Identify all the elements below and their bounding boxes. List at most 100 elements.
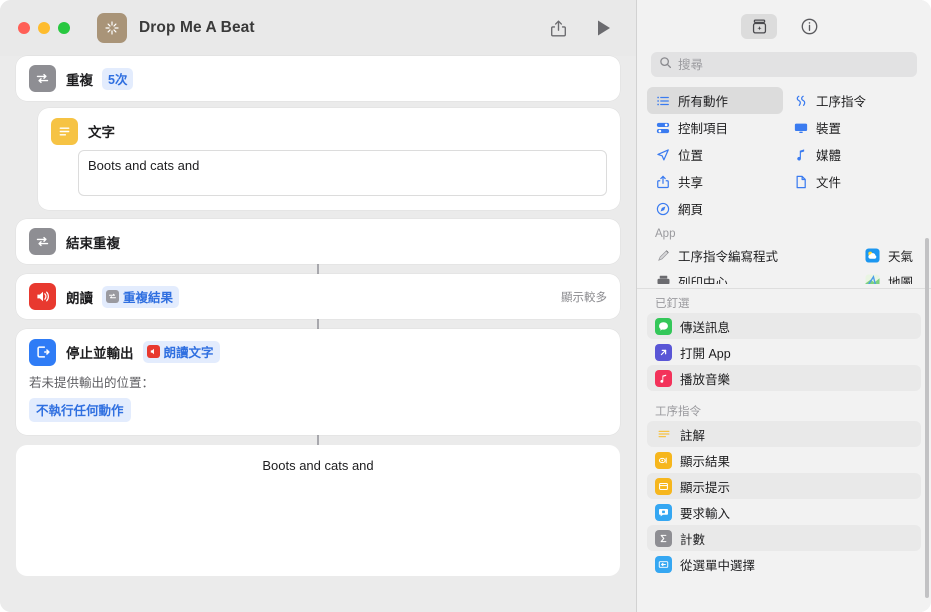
repeat-icon xyxy=(29,228,56,255)
count-icon xyxy=(655,530,672,547)
variable-token-repeat-result[interactable]: 重複結果 xyxy=(102,286,179,308)
sparkle-icon xyxy=(97,13,127,43)
section-heading-shortcuts: 工序指令 xyxy=(637,391,931,421)
show-more-button[interactable]: 顯示較多 xyxy=(561,289,607,305)
variable-token-spoken-text[interactable]: 朗讀文字 xyxy=(143,341,220,363)
library-search-wrap xyxy=(637,52,931,87)
app-item-print-center[interactable]: 列印中心 xyxy=(647,268,853,284)
run-shortcut-button[interactable] xyxy=(590,14,618,42)
text-input-field[interactable]: Boots and cats and xyxy=(78,150,607,196)
category-shortcuts[interactable]: 工序指令 xyxy=(785,87,921,114)
action-row-repeat[interactable]: 重複 5次 xyxy=(16,56,620,101)
ask-for-input-icon xyxy=(655,504,672,521)
search-icon xyxy=(659,56,672,74)
comment-icon xyxy=(655,426,672,443)
no-output-label: 若未提供輸出的位置： xyxy=(29,372,607,391)
play-music-icon xyxy=(655,370,672,387)
speaker-icon xyxy=(29,283,56,310)
category-label: 文件 xyxy=(816,172,841,191)
list-item-open-app[interactable]: 打開 App xyxy=(647,339,921,365)
list-item-show-result[interactable]: 顯示結果 xyxy=(647,447,921,473)
category-documents[interactable]: 文件 xyxy=(785,168,921,195)
action-library-icon[interactable] xyxy=(741,14,777,39)
close-button[interactable] xyxy=(18,22,30,34)
category-media[interactable]: 媒體 xyxy=(785,141,921,168)
no-output-value[interactable]: 不執行任何動作 xyxy=(29,398,131,422)
app-section-clip: 工序指令編寫程式 天氣 xyxy=(637,242,931,284)
library-scrollbar[interactable] xyxy=(925,238,929,598)
printer-icon xyxy=(655,274,671,285)
info-icon[interactable] xyxy=(791,14,827,39)
action-title-text: 文字 xyxy=(88,121,115,141)
list-item-choose-from-menu[interactable]: 從選單中選擇 xyxy=(647,551,921,577)
category-label: 位置 xyxy=(678,145,703,164)
controls-icon xyxy=(655,121,671,135)
repeat-icon xyxy=(106,290,119,303)
action-connector xyxy=(317,264,319,274)
document-icon xyxy=(793,175,809,189)
app-item-shortcuts-editor[interactable]: 工序指令編寫程式 xyxy=(647,242,853,268)
app-item-maps[interactable]: 地圖 xyxy=(857,268,921,284)
app-label: 地圖 xyxy=(888,272,913,285)
window-title: Drop Me A Beat xyxy=(139,19,255,37)
category-sharing[interactable]: 共享 xyxy=(647,168,783,195)
action-card-repeat[interactable]: 重複 5次 xyxy=(16,56,620,101)
list-item-label: 要求輸入 xyxy=(680,503,730,522)
list-item-send-message[interactable]: 傳送訊息 xyxy=(647,313,921,339)
category-label: 媒體 xyxy=(816,145,841,164)
action-connector xyxy=(317,435,319,445)
list-item-comment[interactable]: 註解 xyxy=(647,421,921,447)
search-field[interactable] xyxy=(651,52,917,77)
action-row-end-repeat[interactable]: 結束重複 xyxy=(16,219,620,264)
speaker-icon xyxy=(147,345,160,358)
list-item-count[interactable]: 計數 xyxy=(647,525,921,551)
open-app-icon xyxy=(655,344,672,361)
shortcuts-icon xyxy=(793,94,809,108)
section-heading-pinned: 已釘選 xyxy=(637,289,931,313)
category-label: 裝置 xyxy=(816,118,841,137)
action-row-speak[interactable]: 朗讀 重複結果 顯示較多 xyxy=(16,274,620,319)
category-controls[interactable]: 控制項目 xyxy=(647,114,783,141)
list-item-label: 顯示提示 xyxy=(680,477,730,496)
list-item-label: 顯示結果 xyxy=(680,451,730,470)
category-devices[interactable]: 裝置 xyxy=(785,114,921,141)
list-item-ask-for-input[interactable]: 要求輸入 xyxy=(647,499,921,525)
section-heading-app: App xyxy=(637,222,931,242)
action-title-repeat: 重複 xyxy=(66,69,93,89)
pinned-list: 傳送訊息 打開 App 播放音樂 xyxy=(637,313,931,391)
action-row-text[interactable]: 文字 xyxy=(38,108,620,148)
text-action-body: Boots and cats and xyxy=(38,148,620,210)
nested-action-wrap: 文字 Boots and cats and xyxy=(16,108,620,210)
app-item-weather[interactable]: 天氣 xyxy=(857,242,921,268)
maps-icon xyxy=(865,274,881,285)
action-row-stop-and-output[interactable]: 停止並輸出 朗讀文字 xyxy=(16,329,620,370)
minimize-button[interactable] xyxy=(38,22,50,34)
location-icon xyxy=(655,148,671,162)
display-icon xyxy=(793,121,809,135)
repeat-count-chip[interactable]: 5次 xyxy=(102,68,133,90)
category-location[interactable]: 位置 xyxy=(647,141,783,168)
category-all-actions[interactable]: 所有動作 xyxy=(647,87,783,114)
show-result-icon xyxy=(655,452,672,469)
action-connector xyxy=(317,319,319,329)
share-icon[interactable] xyxy=(544,14,572,42)
repeat-icon xyxy=(29,65,56,92)
action-card-end-repeat[interactable]: 結束重複 xyxy=(16,219,620,264)
action-card-stop-and-output[interactable]: 停止並輸出 朗讀文字 若未提供輸出的位置： 不執行任何動作 xyxy=(16,329,620,435)
share-icon xyxy=(655,175,671,189)
category-web[interactable]: 網頁 xyxy=(647,195,783,222)
safari-icon xyxy=(655,202,671,216)
category-grid: 所有動作 工序指令 xyxy=(637,87,931,222)
output-preview-text: Boots and cats and xyxy=(16,458,620,473)
shortcuts-window: Drop Me A Beat xyxy=(0,0,931,612)
search-input[interactable] xyxy=(678,58,909,72)
list-item-show-alert[interactable]: 顯示提示 xyxy=(647,473,921,499)
list-item-label: 從選單中選擇 xyxy=(680,555,755,574)
list-item-play-music[interactable]: 播放音樂 xyxy=(647,365,921,391)
action-title-end-repeat: 結束重複 xyxy=(66,232,120,252)
zoom-button[interactable] xyxy=(58,22,70,34)
app-grid: 工序指令編寫程式 天氣 xyxy=(637,242,931,284)
action-card-text[interactable]: 文字 Boots and cats and xyxy=(38,108,620,210)
action-card-speak[interactable]: 朗讀 重複結果 顯示較多 xyxy=(16,274,620,319)
traffic-lights xyxy=(18,22,70,34)
